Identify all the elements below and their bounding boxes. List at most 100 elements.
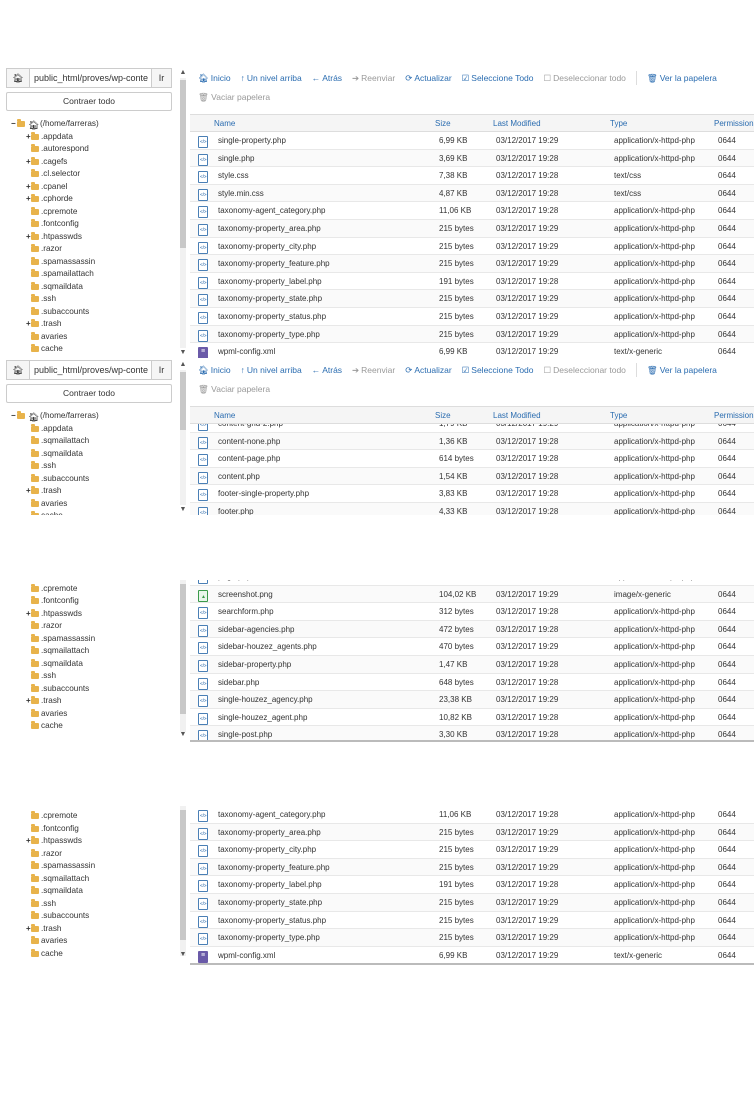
file-row[interactable]: taxonomy-property_area.php 215 bytes 03/12…	[190, 219, 754, 238]
tree-folder-item[interactable]: + .trash	[0, 923, 178, 936]
tree-folder-item[interactable]: + .trash	[0, 485, 178, 498]
tree-folder-item[interactable]: .sqmailattach	[0, 873, 178, 886]
tree-folder-item[interactable]: .cpremote	[0, 583, 178, 596]
tree-folder-item[interactable]: avaries	[0, 331, 178, 344]
forward-button[interactable]: ➔ Reenviar	[352, 365, 395, 377]
file-row[interactable]: content-grid-2.php 1,79 KB 03/12/2017 19:2…	[190, 424, 754, 433]
file-row[interactable]: footer.php 4,33 KB 03/12/2017 19:28 applica…	[190, 502, 754, 515]
tree-scrollbar[interactable]: ▼	[178, 806, 188, 966]
file-row[interactable]: wpml-config.xml 6,99 KB 03/12/2017 19:29 te…	[190, 343, 754, 358]
tree-folder-item[interactable]: .subaccounts	[0, 910, 178, 923]
file-row[interactable]: content-page.php 614 bytes 03/12/2017 19:2…	[190, 450, 754, 468]
collapse-all-button[interactable]: Contraer todo	[6, 92, 172, 111]
file-row[interactable]: taxonomy-property_label.php 191 bytes 03/1…	[190, 876, 754, 894]
column-type[interactable]: Type	[610, 411, 627, 420]
file-row[interactable]: taxonomy-agent_category.php 11,06 KB 03/12…	[190, 806, 754, 824]
tree-folder-item[interactable]: .razor	[0, 243, 178, 256]
scroll-thumb[interactable]	[180, 372, 186, 430]
tree-folder-item[interactable]: .spamailattach	[0, 268, 178, 281]
tree-folder-item[interactable]: .ssh	[0, 670, 178, 683]
file-row[interactable]: taxonomy-agent_category.php 11,06 KB 03/12…	[190, 202, 754, 220]
tree-folder-item[interactable]: .sqmailattach	[0, 645, 178, 658]
file-row[interactable]: content.php 1,54 KB 03/12/2017 19:28 applic…	[190, 467, 754, 486]
tree-root[interactable]: − 🏠︎ (/home/farreras)	[0, 410, 178, 423]
up-level-button[interactable]: ↑ Un nivel arriba	[241, 73, 302, 85]
home-button[interactable]: 🏠︎ Inicio	[198, 73, 231, 85]
tree-folder-item[interactable]: +.cphorde	[0, 193, 178, 206]
tree-folder-item[interactable]: .sqmailattach	[0, 435, 178, 448]
forward-button[interactable]: ➔ Reenviar	[352, 73, 395, 85]
empty-trash-button[interactable]: 🗑︎ Vaciar papelera	[198, 92, 270, 103]
column-last-modified[interactable]: Last Modified	[493, 119, 541, 128]
tree-folder-item[interactable]: + .htpasswds	[0, 231, 178, 244]
tree-folder-item[interactable]: .subaccounts	[0, 473, 178, 486]
up-level-button[interactable]: ↑ Un nivel arriba	[241, 365, 302, 377]
select-all-button[interactable]: ☑ Seleccione Todo	[462, 365, 534, 377]
column-name[interactable]: Name	[214, 119, 235, 128]
tree-scrollbar[interactable]: ▼	[178, 580, 188, 742]
tree-folder-item[interactable]: + .appdata	[0, 131, 178, 144]
file-row[interactable]: screenshot.png 104,02 KB 03/12/2017 19:29 i…	[190, 585, 754, 604]
tree-root[interactable]: − 🏠︎ (/home/farreras)	[0, 118, 178, 131]
tree-folder-item[interactable]: .spamassassin	[0, 256, 178, 269]
file-row[interactable]: taxonomy-property_status.php 215 bytes 03/…	[190, 308, 754, 326]
column-permissions[interactable]: Permissions	[714, 411, 754, 420]
tree-folder-item[interactable]: avaries	[0, 708, 178, 721]
file-row[interactable]: footer-single-property.php 3,83 KB 03/12/2…	[190, 485, 754, 503]
file-row[interactable]: taxonomy-property_state.php 215 bytes 03/1…	[190, 290, 754, 308]
tree-folder-item[interactable]: .spamassassin	[0, 633, 178, 646]
tree-folder-item[interactable]: avaries	[0, 935, 178, 948]
file-row[interactable]: taxonomy-property_status.php 215 bytes 03/…	[190, 912, 754, 930]
horizontal-scrollbar[interactable]	[190, 740, 754, 742]
column-size[interactable]: Size	[435, 411, 451, 420]
reload-button[interactable]: ⟳ Actualizar	[405, 365, 451, 377]
column-name[interactable]: Name	[214, 411, 235, 420]
select-all-button[interactable]: ☑ Seleccione Todo	[462, 73, 534, 85]
go-button[interactable]: Ir	[151, 361, 171, 379]
back-button[interactable]: ← Atrás	[312, 73, 342, 85]
tree-folder-item[interactable]: + .htpasswds	[0, 835, 178, 848]
file-row[interactable]: taxonomy-property_label.php 191 bytes 03/1…	[190, 273, 754, 291]
tree-folder-item[interactable]: .appdata	[0, 423, 178, 436]
file-row[interactable]: taxonomy-property_feature.php 215 bytes 03…	[190, 858, 754, 877]
file-row[interactable]: searchform.php 312 bytes 03/12/2017 19:28 a…	[190, 603, 754, 621]
tree-folder-item[interactable]: .spamassassin	[0, 860, 178, 873]
file-row[interactable]: wpml-config.xml 6,99 KB 03/12/2017 19:29 te…	[190, 947, 754, 964]
back-button[interactable]: ← Atrás	[312, 365, 342, 377]
tree-folder-item[interactable]: .cpremote	[0, 810, 178, 823]
path-input[interactable]: public_html/proves/wp-conte	[30, 361, 151, 379]
column-size[interactable]: Size	[435, 119, 451, 128]
tree-folder-item[interactable]: + .trash	[0, 695, 178, 708]
tree-folder-item[interactable]: .fontconfig	[0, 595, 178, 608]
tree-folder-item[interactable]: .cl.selector	[0, 168, 178, 181]
tree-folder-item[interactable]: + .htpasswds	[0, 608, 178, 621]
file-row[interactable]: taxonomy-property_type.php 215 bytes 03/12…	[190, 929, 754, 947]
tree-scrollbar[interactable]: ▲ ▼	[178, 360, 188, 515]
home-button[interactable]: 🏠︎ Inicio	[198, 365, 231, 377]
tree-folder-item[interactable]: avaries	[0, 498, 178, 511]
tree-folder-item[interactable]: .sqmaildata	[0, 658, 178, 671]
tree-folder-item[interactable]: .ssh	[0, 293, 178, 306]
path-input[interactable]: public_html/proves/wp-conte	[30, 69, 151, 87]
file-row[interactable]: sidebar.php 648 bytes 03/12/2017 19:28 appl…	[190, 674, 754, 692]
tree-folder-item[interactable]: .autorespond	[0, 143, 178, 156]
column-type[interactable]: Type	[610, 119, 627, 128]
scroll-thumb[interactable]	[180, 810, 186, 940]
home-button[interactable]: 🏠︎	[7, 69, 30, 87]
file-row[interactable]: single.php 3,69 KB 03/12/2017 19:28 applica…	[190, 149, 754, 168]
file-row[interactable]: taxonomy-property_city.php 215 bytes 03/12…	[190, 841, 754, 859]
scroll-thumb[interactable]	[180, 80, 186, 248]
tree-scrollbar[interactable]: ▲ ▼	[178, 68, 188, 358]
go-button[interactable]: Ir	[151, 69, 171, 87]
tree-folder-item[interactable]: .sqmaildata	[0, 281, 178, 294]
tree-folder-item[interactable]: cache	[0, 948, 178, 961]
scroll-thumb[interactable]	[180, 584, 186, 714]
empty-trash-button[interactable]: 🗑︎ Vaciar papelera	[198, 384, 270, 395]
file-row[interactable]: taxonomy-property_area.php 215 bytes 03/12…	[190, 823, 754, 842]
home-button[interactable]: 🏠︎	[7, 361, 30, 379]
scroll-down-icon[interactable]: ▼	[178, 348, 188, 358]
tree-folder-item[interactable]: + .trash	[0, 318, 178, 331]
file-row[interactable]: single-houzez_agency.php 23,38 KB 03/12/20…	[190, 691, 754, 709]
tree-folder-item[interactable]: .cpremote	[0, 206, 178, 219]
tree-folder-item[interactable]: .ssh	[0, 460, 178, 473]
